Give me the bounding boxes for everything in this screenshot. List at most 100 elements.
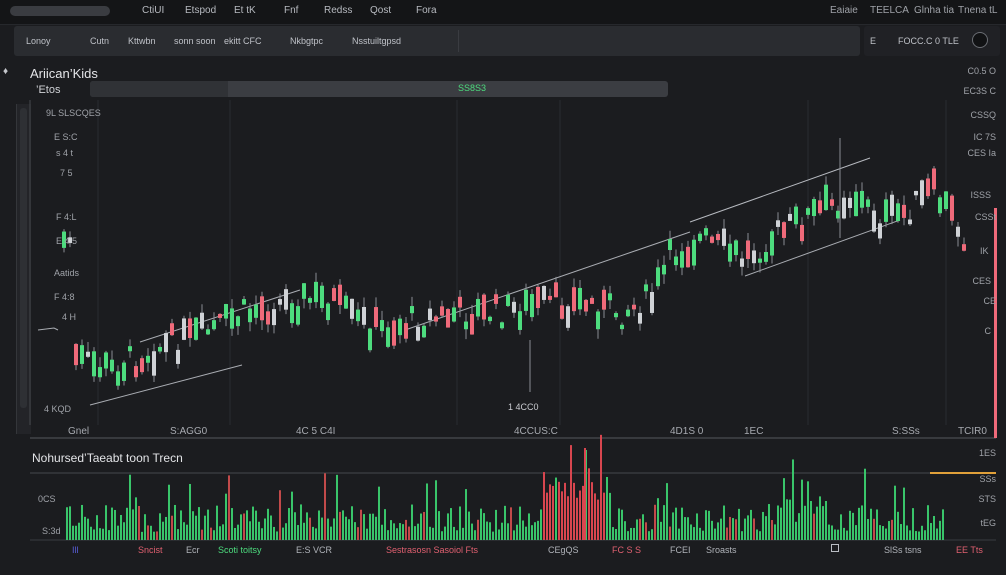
volume-bar (810, 501, 812, 540)
bottom-label[interactable]: Ecr (186, 545, 200, 555)
candle-body (938, 197, 942, 214)
candle-body (518, 311, 522, 330)
volume-bar (543, 472, 545, 540)
volume-bar (375, 516, 377, 540)
candle-body (872, 210, 876, 232)
volume-bar (888, 521, 890, 540)
volume-bar (324, 473, 326, 540)
bottom-label[interactable]: Sroasts (706, 545, 737, 555)
volume-bar (261, 528, 263, 540)
right-axis-label: CSSQ (970, 110, 996, 120)
volume-bar (783, 478, 785, 540)
right-axis-label: CE (983, 296, 996, 306)
volume-bar (339, 511, 341, 540)
volume-bar (537, 520, 539, 540)
volume-bar (864, 468, 866, 540)
volume-bar (219, 526, 221, 540)
volume-bar (264, 518, 266, 540)
volume-bar (645, 522, 647, 540)
volume-bar (348, 519, 350, 540)
volume-bar (189, 483, 191, 540)
volume-bar (393, 523, 395, 540)
volume-bar (822, 506, 824, 540)
right-axis-label: ISSS (970, 190, 996, 200)
volume-bar (762, 511, 764, 540)
volume-bar (663, 505, 665, 540)
volume-bar (456, 530, 458, 540)
candle-body (794, 206, 798, 225)
volume-bar (828, 524, 830, 540)
candle-body (458, 296, 462, 308)
candle-body (356, 309, 360, 322)
candle-body (728, 243, 732, 262)
volume-bar (303, 522, 305, 540)
time-axis-label: Gnel (68, 426, 90, 437)
volume-bar (681, 507, 683, 540)
volume-bar (171, 515, 173, 540)
volume-bar (186, 524, 188, 540)
candle-body (290, 303, 294, 324)
volume-bar (369, 513, 371, 540)
volume-bar (921, 525, 923, 540)
volume-bar (231, 508, 233, 540)
volume-bar (528, 513, 530, 540)
candle-body (710, 236, 714, 243)
volume-bar (453, 526, 455, 540)
volume-bar (318, 510, 320, 540)
volume-bar (687, 517, 689, 540)
bottom-label[interactable]: SlSs tsns (884, 545, 922, 555)
volume-bar (627, 531, 629, 540)
candle-body (800, 224, 804, 242)
volume-bar (183, 522, 185, 540)
candle-body (242, 299, 246, 305)
bottom-label[interactable]: Scoti toitsy (218, 545, 262, 555)
bottom-label[interactable]: Sestrasosn Sasoiol Fts (386, 545, 478, 555)
volume-bar (246, 510, 248, 540)
volume-bar (279, 490, 281, 540)
volume-bar (333, 518, 335, 540)
candle-body (278, 299, 282, 305)
candle-body (284, 289, 288, 310)
volume-bar (507, 523, 509, 540)
left-axis-label: 4 KQD (44, 404, 72, 414)
right-axis-label: IC 7S (973, 132, 996, 142)
volume-bar (696, 513, 698, 540)
volume-bar (450, 508, 452, 540)
candle-body (824, 184, 828, 211)
bottom-label[interactable]: FC S S (612, 545, 641, 555)
volume-bar (600, 434, 602, 540)
volume-bar (753, 518, 755, 540)
candle-body (932, 168, 936, 190)
candlestick-chart[interactable] (0, 0, 1006, 575)
volume-bar (570, 445, 572, 540)
bottom-label[interactable]: EE Tts (956, 545, 983, 555)
volume-bar (387, 530, 389, 540)
bottom-label[interactable]: Sncist (138, 545, 163, 555)
bottom-label[interactable]: Ill (72, 545, 79, 555)
bottom-label[interactable]: E:S VCR (296, 545, 332, 555)
volume-bar (720, 518, 722, 540)
candle-body (614, 313, 618, 318)
volume-bar (240, 514, 242, 540)
volume-bar (474, 530, 476, 540)
time-axis-label: 4D1S 0 (670, 426, 704, 437)
candle-body (782, 222, 786, 238)
volume-bar (630, 527, 632, 540)
volume-bar (129, 474, 131, 540)
bottom-label[interactable]: FCEI (670, 545, 691, 555)
volume-bar (714, 528, 716, 540)
bottom-label[interactable]: CEgQS (548, 545, 579, 555)
volume-bar (798, 513, 800, 540)
volume-bar (399, 523, 401, 540)
volume-bar (603, 492, 605, 540)
volume-left-label: 0CS (38, 494, 56, 504)
candle-body (836, 210, 840, 219)
volume-bar (330, 526, 332, 540)
volume-bar (861, 505, 863, 540)
volume-bar (372, 513, 374, 540)
candle-body (224, 304, 228, 319)
candle-body (650, 292, 654, 313)
volume-right-label: 1ES (978, 448, 996, 458)
volume-bar (546, 492, 548, 540)
square-icon[interactable] (831, 544, 839, 552)
